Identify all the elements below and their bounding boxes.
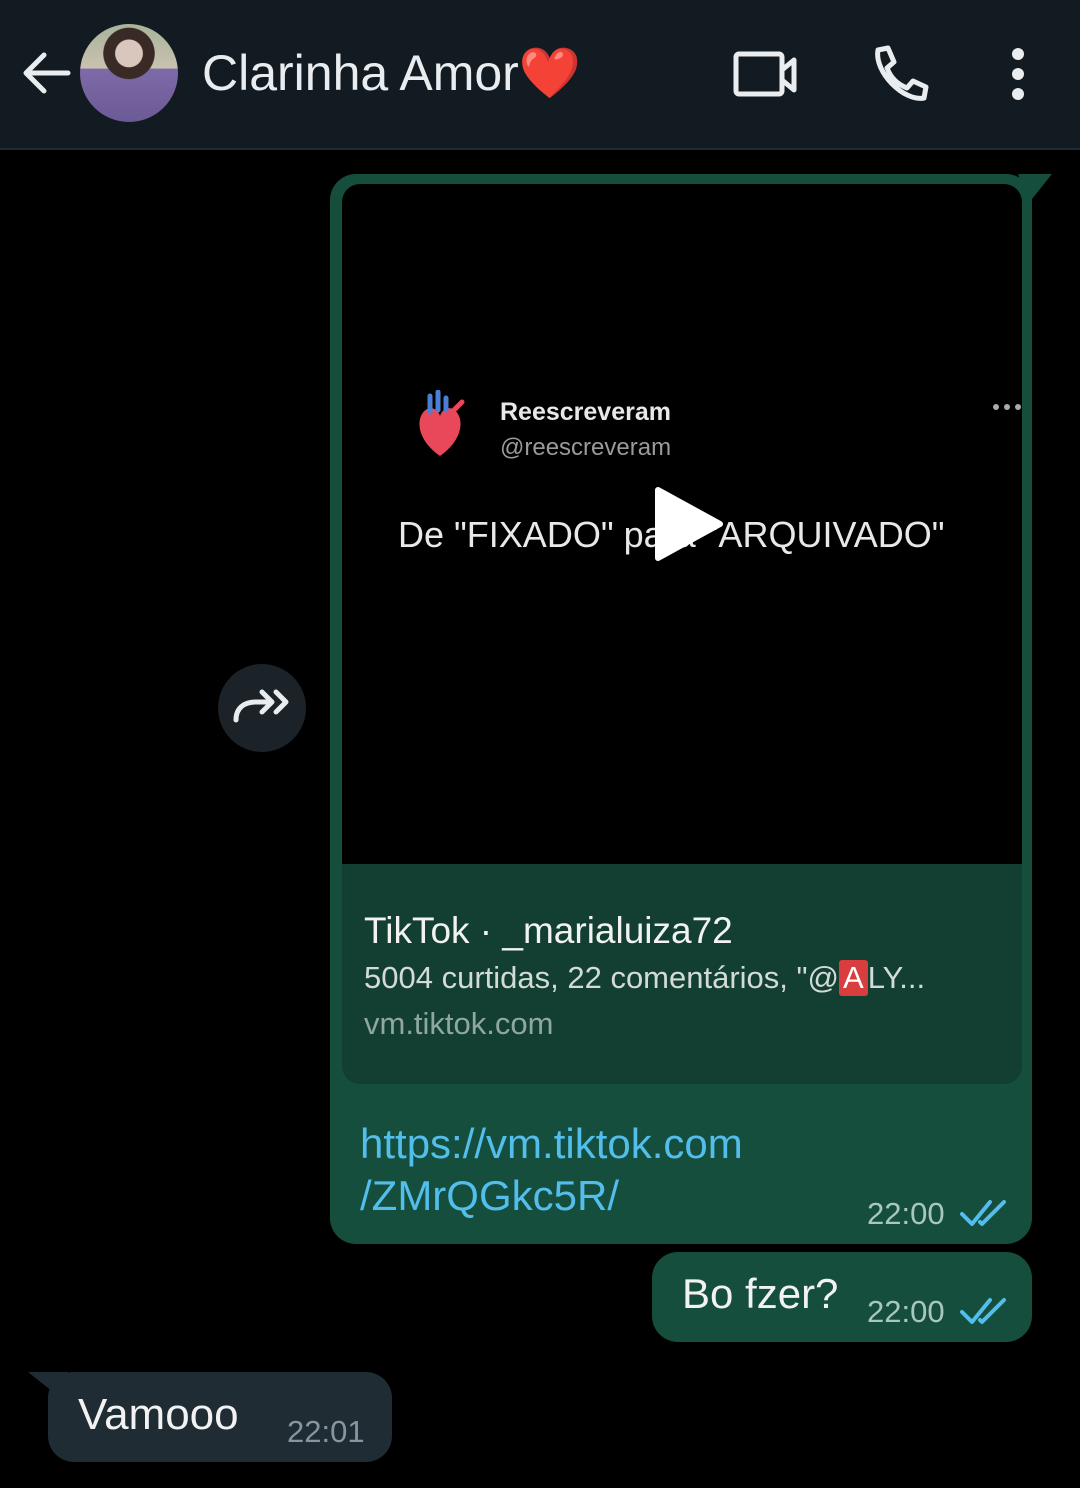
message-text: Vamooo <box>78 1390 239 1439</box>
more-options-button[interactable] <box>984 40 1054 110</box>
message-link[interactable]: https://vm.tiktok.com /ZMrQGkc5R/ <box>360 1118 743 1222</box>
back-button[interactable] <box>18 45 74 101</box>
preview-title: TikTok · _marialuiza72 <box>364 910 733 951</box>
tiktok-account-handle: @reescreveram <box>500 434 672 461</box>
tiktok-account-name: Reescreveram <box>500 398 671 426</box>
play-icon[interactable] <box>650 484 724 564</box>
phone-icon <box>875 45 929 101</box>
forward-icon <box>233 689 289 723</box>
chat-header: Clarinha Amor❤️ <box>0 0 1080 150</box>
contact-name[interactable]: Clarinha Amor❤️ <box>202 44 581 103</box>
more-horizontal-icon <box>993 404 1021 410</box>
message-time: 22:00 <box>867 1294 945 1329</box>
heart-emoji: ❤️ <box>518 45 582 101</box>
video-call-button[interactable] <box>730 40 800 110</box>
message-text: Bo fzer? <box>682 1270 839 1317</box>
preview-domain: vm.tiktok.com <box>364 1006 554 1041</box>
preview-description-prefix: 5004 curtidas, 22 comentários, "@ <box>364 960 839 995</box>
link-url-line-1: https://vm.tiktok.com <box>360 1120 743 1167</box>
video-thumbnail[interactable]: Reescreveram @reescreveram De "FIXADO" p… <box>342 184 1022 864</box>
message-time: 22:01 <box>287 1414 365 1449</box>
red-a-badge: A <box>839 960 868 996</box>
double-check-icon <box>960 1200 1006 1226</box>
message-time: 22:00 <box>867 1196 945 1231</box>
bubble-tail <box>1018 174 1052 204</box>
anatomical-heart-icon <box>419 390 465 456</box>
link-preview-card[interactable]: TikTok · _marialuiza72 5004 curtidas, 22… <box>342 864 1022 1084</box>
forward-button[interactable] <box>218 664 306 752</box>
arrow-left-icon <box>23 52 71 94</box>
link-url-line-2: /ZMrQGkc5R/ <box>360 1172 619 1219</box>
contact-avatar[interactable] <box>80 24 178 122</box>
double-check-icon <box>960 1298 1006 1324</box>
more-vertical-icon <box>1012 48 1024 100</box>
preview-description-suffix: LY... <box>867 960 926 995</box>
voice-call-button[interactable] <box>864 40 934 110</box>
video-call-icon <box>733 51 797 97</box>
preview-description: 5004 curtidas, 22 comentários, "@ A LY... <box>364 960 925 996</box>
contact-name-text: Clarinha Amor <box>202 45 519 101</box>
